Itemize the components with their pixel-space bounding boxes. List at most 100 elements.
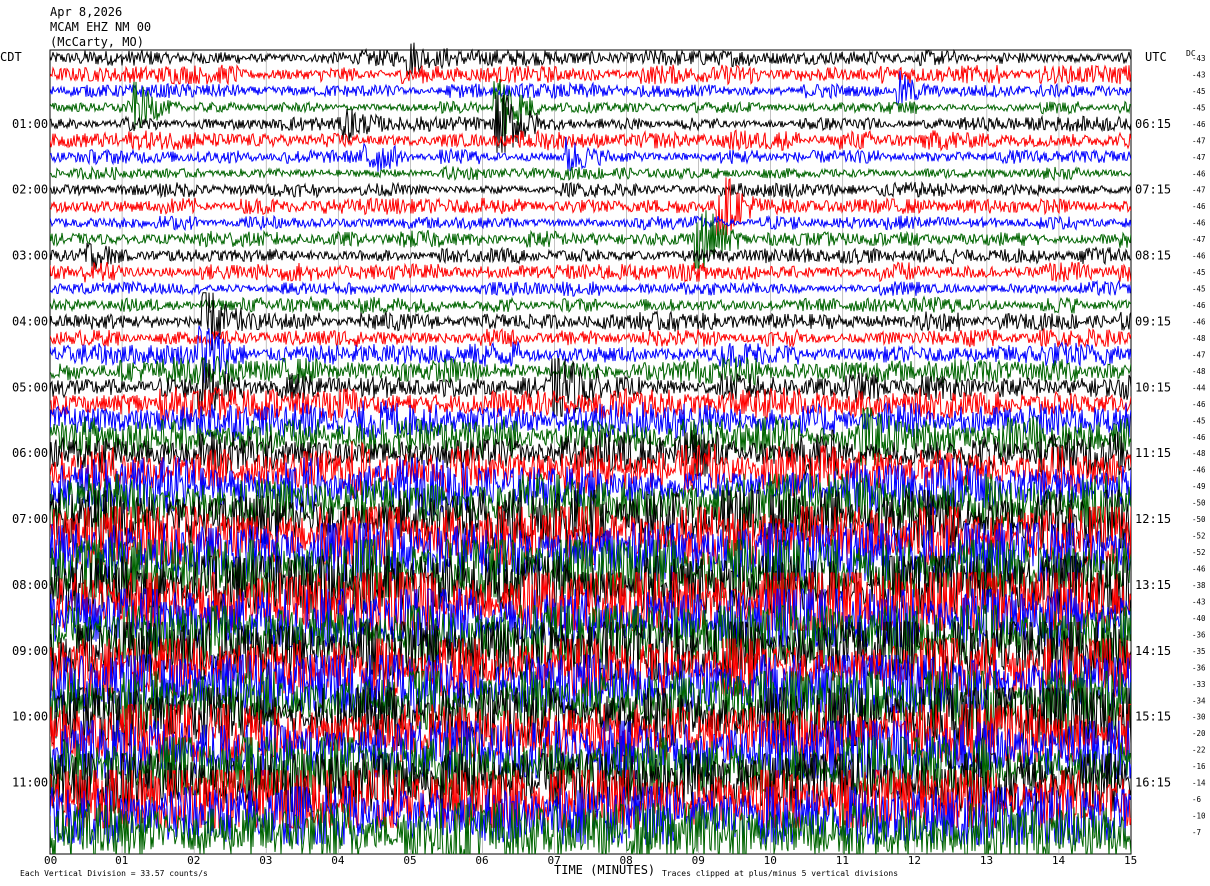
dc-offset-label: -47	[1192, 136, 1206, 145]
trace-line-10	[50, 214, 1131, 232]
dc-offset-label: -46	[1192, 317, 1206, 326]
dc-offset-label: -45	[1192, 87, 1206, 96]
header-date: Apr 8,2026	[50, 5, 122, 19]
dc-offset-label: -6	[1192, 795, 1202, 804]
dc-offset-label: -14	[1192, 779, 1206, 788]
dc-offset-label: -40	[1192, 614, 1206, 623]
cdt-hour-label: 01:00	[12, 117, 48, 131]
cdt-hour-label: 10:00	[12, 710, 48, 724]
dc-offset-label: -45	[1192, 285, 1206, 294]
dc-offset-label: -45	[1192, 103, 1206, 112]
trace-group	[50, 42, 1131, 854]
dc-offset-label: -7	[1192, 828, 1201, 837]
utc-hour-label: 15:15	[1135, 710, 1171, 724]
dc-offset-label: -47	[1192, 235, 1206, 244]
dc-offset-label: -48	[1192, 334, 1206, 343]
x-tick-label: 01	[115, 854, 128, 867]
x-tick-label: 02	[187, 854, 200, 867]
trace-line-15	[50, 295, 1131, 315]
cdt-hour-label: 02:00	[12, 183, 48, 197]
left-timezone-label: CDT	[0, 50, 22, 64]
x-tick-label: 14	[1052, 854, 1066, 867]
dc-offset-label: -47	[1192, 186, 1206, 195]
dc-offset-label: -43	[1192, 597, 1206, 606]
dc-offset-label: -48	[1192, 449, 1206, 458]
dc-offset-label: -46	[1192, 169, 1206, 178]
dc-offset-label: -30	[1192, 713, 1206, 722]
dc-offset-label: -48	[1192, 367, 1206, 376]
dc-offset-label: -46	[1192, 219, 1206, 228]
header-station: MCAM EHZ NM 00	[50, 20, 151, 34]
utc-hour-label: 12:15	[1135, 512, 1171, 526]
x-tick-label: 11	[836, 854, 849, 867]
utc-hour-label: 14:15	[1135, 644, 1171, 658]
dc-offset-label: -46	[1192, 466, 1206, 475]
cdt-hour-label: 05:00	[12, 380, 48, 394]
dc-offset-label: -46	[1192, 565, 1206, 574]
dc-offset-label: -22	[1192, 746, 1206, 755]
dc-offset-label: -46	[1192, 120, 1206, 129]
x-tick-label: 13	[980, 854, 993, 867]
dc-offset-label: -16	[1192, 762, 1206, 771]
utc-hour-label: 08:15	[1135, 249, 1171, 263]
trace-line-12	[50, 242, 1131, 270]
x-axis-label: TIME (MINUTES)	[554, 863, 655, 877]
trace-line-7	[50, 165, 1131, 182]
cdt-hour-label: 03:00	[12, 249, 48, 263]
utc-hour-label: 16:15	[1135, 776, 1171, 790]
dc-offset-label: -34	[1192, 696, 1206, 705]
dc-offset-label: -43	[1192, 54, 1206, 63]
utc-hour-label: 10:15	[1135, 380, 1171, 394]
trace-line-0	[50, 42, 1131, 76]
dc-offset-label: -50	[1192, 499, 1206, 508]
trace-line-8	[50, 181, 1131, 200]
dc-offset-label: -10	[1192, 812, 1206, 821]
footer-scale-note: Each Vertical Division = 33.57 counts/s	[20, 869, 208, 878]
x-tick-label: 15	[1124, 854, 1137, 867]
dc-offset-label: -46	[1192, 202, 1206, 211]
x-tick-label: 12	[908, 854, 921, 867]
dc-offset-label: -38	[1192, 581, 1206, 590]
right-timezone-label: UTC	[1145, 50, 1167, 64]
cdt-hour-label: 07:00	[12, 512, 48, 526]
utc-hour-label: 13:15	[1135, 578, 1171, 592]
dc-offset-label: -35	[1192, 647, 1206, 656]
trace-line-5	[50, 129, 1131, 152]
dc-offset-labels: -43 -43 -45 -45 -46 -47 -47 -46 -47 -46 -46 -47 -46 -…	[1192, 54, 1206, 837]
dc-offset-label: -36	[1192, 630, 1206, 639]
dc-offset-label: -44	[1192, 383, 1206, 392]
header-location: (McCarty, MO)	[50, 35, 144, 49]
dc-offset-label: -46	[1192, 252, 1206, 261]
cdt-hour-label: 11:00	[12, 776, 48, 790]
trace-line-14	[50, 279, 1131, 297]
dc-offset-label: -36	[1192, 663, 1206, 672]
seismogram-plot: Apr 8,2026 MCAM EHZ NM 00 (McCarty, MO) …	[0, 5, 1206, 878]
dc-offset-label: -52	[1192, 532, 1206, 541]
utc-hour-label: 09:15	[1135, 314, 1171, 328]
x-tick-label: 10	[764, 854, 777, 867]
trace-line-13	[50, 261, 1131, 283]
x-tick-label: 06	[475, 854, 488, 867]
dc-offset-label: -33	[1192, 680, 1206, 689]
dc-offset-label: -47	[1192, 153, 1206, 162]
dc-offset-label: -52	[1192, 548, 1206, 557]
dc-offset-label: -49	[1192, 482, 1206, 491]
utc-hour-label: 07:15	[1135, 183, 1171, 197]
x-tick-label: 09	[692, 854, 705, 867]
dc-offset-label: -46	[1192, 301, 1206, 310]
dc-offset-label: -46	[1192, 433, 1206, 442]
dc-offset-label: -20	[1192, 729, 1206, 738]
x-tick-label: 05	[403, 854, 416, 867]
footer-clip-note: Traces clipped at plus/minus 5 vertical …	[662, 869, 898, 878]
cdt-hour-label: 09:00	[12, 644, 48, 658]
x-tick-label: 00	[44, 854, 57, 867]
trace-line-1	[50, 64, 1131, 86]
dc-offset-label: -43	[1192, 70, 1206, 79]
x-tick-label: 03	[259, 854, 272, 867]
cdt-hour-label: 08:00	[12, 578, 48, 592]
dc-offset-label: -50	[1192, 515, 1206, 524]
x-tick-label: 04	[331, 854, 345, 867]
dc-offset-label: -45	[1192, 268, 1206, 277]
cdt-hour-label: 06:00	[12, 446, 48, 460]
dc-offset-label: -47	[1192, 350, 1206, 359]
